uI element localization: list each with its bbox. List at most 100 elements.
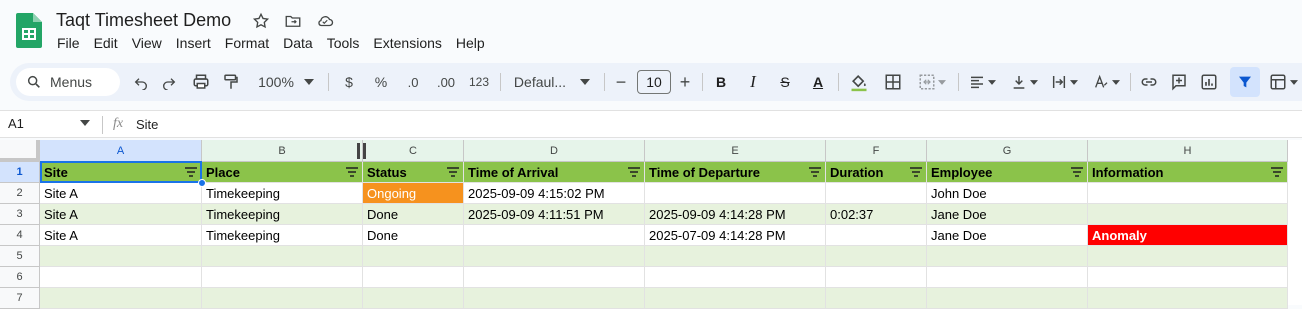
column-filter-icon[interactable] (910, 167, 922, 177)
redo-icon[interactable] (156, 63, 182, 101)
print-icon[interactable] (188, 63, 214, 101)
column-filter-icon[interactable] (346, 167, 358, 177)
cell-b7[interactable] (202, 288, 363, 309)
cell-e6[interactable] (645, 267, 826, 288)
column-filter-icon[interactable] (1071, 167, 1083, 177)
text-color-button[interactable]: A (806, 63, 830, 101)
menu-view[interactable]: View (125, 34, 169, 52)
row-header-1[interactable]: 1 (0, 162, 40, 183)
document-title[interactable]: Taqt Timesheet Demo (56, 10, 231, 31)
format-currency-button[interactable]: $ (338, 63, 360, 101)
cloud-status-icon[interactable] (314, 10, 336, 32)
cell-c6[interactable] (363, 267, 464, 288)
cell-a6[interactable] (40, 267, 202, 288)
merge-cells-icon[interactable] (912, 63, 952, 101)
menu-help[interactable]: Help (449, 34, 492, 52)
increase-font-size-button[interactable]: + (676, 63, 694, 101)
menu-extensions[interactable]: Extensions (366, 34, 448, 52)
cell-g4[interactable]: Jane Doe (927, 225, 1088, 246)
menu-edit[interactable]: Edit (87, 34, 125, 52)
text-rotation-icon[interactable] (1088, 63, 1124, 101)
select-all-corner[interactable] (0, 140, 40, 162)
paint-format-icon[interactable] (218, 63, 244, 101)
column-header-g[interactable]: G (927, 140, 1088, 162)
cell-h2[interactable] (1088, 183, 1288, 204)
italic-button[interactable]: I (742, 63, 764, 101)
fill-color-icon[interactable] (846, 63, 872, 101)
cell-b5[interactable] (202, 246, 363, 267)
sheets-logo-icon[interactable] (16, 13, 42, 48)
zoom-select[interactable]: 100% (254, 63, 318, 101)
borders-icon[interactable] (880, 63, 906, 101)
bold-button[interactable]: B (710, 63, 732, 101)
cell-g6[interactable] (927, 267, 1088, 288)
text-wrap-icon[interactable] (1046, 63, 1082, 101)
row-header-6[interactable]: 6 (0, 267, 40, 288)
column-filter-icon[interactable] (447, 167, 459, 177)
cell-a5[interactable] (40, 246, 202, 267)
more-formats-button[interactable]: 123 (466, 63, 492, 101)
cell-b4[interactable]: Timekeeping (202, 225, 363, 246)
cell-d3[interactable]: 2025-09-09 4:11:51 PM (464, 204, 645, 225)
cell-c5[interactable] (363, 246, 464, 267)
name-box[interactable]: A1 (8, 116, 24, 131)
cell-d2[interactable]: 2025-09-09 4:15:02 PM (464, 183, 645, 204)
cell-a2[interactable]: Site A (40, 183, 202, 204)
column-header-f[interactable]: F (826, 140, 927, 162)
decrease-font-size-button[interactable]: − (612, 63, 630, 101)
cell-a7[interactable] (40, 288, 202, 309)
column-filter-icon[interactable] (628, 167, 640, 177)
menu-tools[interactable]: Tools (320, 34, 367, 52)
cell-d7[interactable] (464, 288, 645, 309)
header-cell-g1[interactable]: Employee (927, 162, 1088, 183)
column-header-a[interactable]: A (40, 140, 202, 162)
cell-g3[interactable]: Jane Doe (927, 204, 1088, 225)
cell-h7[interactable] (1088, 288, 1288, 309)
row-header-5[interactable]: 5 (0, 246, 40, 267)
row-header-2[interactable]: 2 (0, 183, 40, 204)
cell-b2[interactable]: Timekeeping (202, 183, 363, 204)
column-header-h[interactable]: H (1088, 140, 1288, 162)
increase-decimal-button[interactable]: .00 (432, 63, 460, 101)
cell-e7[interactable] (645, 288, 826, 309)
vertical-align-icon[interactable] (1006, 63, 1042, 101)
filter-icon[interactable] (1232, 63, 1258, 101)
cell-c4[interactable]: Done (363, 225, 464, 246)
column-header-b[interactable]: B (202, 140, 363, 162)
strikethrough-button[interactable]: S (774, 63, 796, 101)
menu-insert[interactable]: Insert (169, 34, 218, 52)
insert-comment-icon[interactable] (1166, 63, 1192, 101)
header-cell-d1[interactable]: Time of Arrival (464, 162, 645, 183)
star-icon[interactable] (250, 10, 272, 32)
cell-g5[interactable] (927, 246, 1088, 267)
undo-icon[interactable] (128, 63, 154, 101)
caret-down-icon[interactable] (80, 120, 90, 126)
insert-chart-icon[interactable] (1196, 63, 1222, 101)
cell-f2[interactable] (826, 183, 927, 204)
cell-f5[interactable] (826, 246, 927, 267)
menu-data[interactable]: Data (276, 34, 320, 52)
header-cell-b1[interactable]: Place (202, 162, 363, 183)
cell-f7[interactable] (826, 288, 927, 309)
cell-d6[interactable] (464, 267, 645, 288)
cell-e4[interactable]: 2025-07-09 4:14:28 PM (645, 225, 826, 246)
header-cell-e1[interactable]: Time of Departure (645, 162, 826, 183)
cell-f6[interactable] (826, 267, 927, 288)
column-header-d[interactable]: D (464, 140, 645, 162)
cell-h5[interactable] (1088, 246, 1288, 267)
column-filter-icon[interactable] (809, 167, 821, 177)
filter-views-icon[interactable] (1264, 63, 1302, 101)
header-cell-a1[interactable]: Site (40, 162, 202, 183)
header-cell-c1[interactable]: Status (363, 162, 464, 183)
cell-b3[interactable]: Timekeeping (202, 204, 363, 225)
cell-h4[interactable]: Anomaly (1088, 225, 1288, 246)
menu-file[interactable]: File (50, 34, 87, 52)
cell-e5[interactable] (645, 246, 826, 267)
cell-g7[interactable] (927, 288, 1088, 309)
cell-e2[interactable] (645, 183, 826, 204)
row-header-3[interactable]: 3 (0, 204, 40, 225)
format-percent-button[interactable]: % (370, 63, 392, 101)
menu-format[interactable]: Format (218, 34, 276, 52)
align-left-icon[interactable] (964, 63, 1000, 101)
column-filter-icon[interactable] (1271, 167, 1283, 177)
